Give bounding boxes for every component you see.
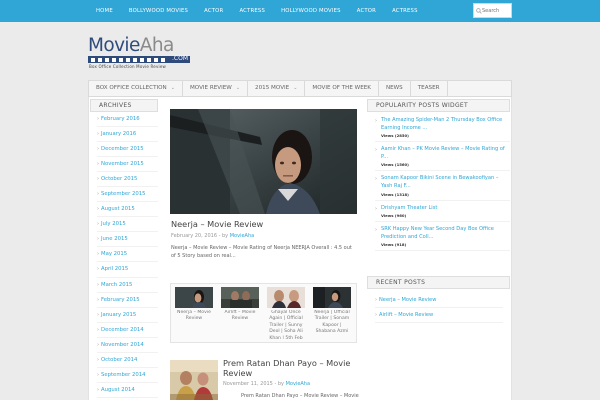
archive-link[interactable]: › October 2015 [97, 172, 158, 188]
top-nav-home[interactable]: Home [88, 0, 121, 22]
nav-movie-review[interactable]: Movie Review ⌄ [183, 81, 249, 96]
nav-movie-of-the-week[interactable]: Movie of the Week [305, 81, 379, 96]
archive-link[interactable]: › May 2015 [97, 247, 158, 263]
popular-post-link[interactable]: Aamir Khan – PK Movie Review – Movie Rat… [381, 146, 509, 161]
main-nav: Box Office Collection ⌄ Movie Review ⌄ 201… [88, 80, 512, 97]
popular-post-views: Views (2850) [381, 133, 409, 139]
post-author-link[interactable]: MovieAha [230, 233, 254, 239]
top-nav-actress[interactable]: Actress [231, 0, 273, 22]
popular-post-views: Views (1318) [381, 191, 409, 197]
related-post[interactable]: Neerja | Official Trailer | Sonam Kapoor… [312, 287, 352, 342]
related-post-caption[interactable]: Ghayal Once Again | Official Trailer | S… [266, 310, 306, 339]
archive-link[interactable]: › October 2014 [97, 353, 158, 368]
archive-link[interactable]: › July 2015 [97, 217, 158, 233]
archive-link[interactable]: › February 2015 [97, 293, 158, 308]
archive-link[interactable]: › September 2015 [97, 187, 158, 203]
related-post-caption[interactable]: Neerja – Movie Review [174, 310, 214, 339]
post-date: February 20, 2016 [171, 233, 218, 239]
site-logo[interactable]: MovieAha .COM Box Office Collection Movi… [88, 35, 190, 70]
top-nav-actress-2[interactable]: Actress [384, 0, 426, 22]
nav-2015-movie[interactable]: 2015 Movie ⌄ [248, 81, 306, 96]
archive-link[interactable]: › August 2014 [97, 383, 158, 398]
post-date: November 11, 2015 [223, 381, 273, 387]
related-post-thumbnail[interactable] [267, 287, 305, 308]
popular-post-views: Views (918) [381, 242, 407, 248]
archives-title: ARCHIVES [90, 99, 158, 112]
archive-link[interactable]: › April 2015 [97, 262, 158, 278]
archives-list: › February 2016 › January 2016 › December 2… [90, 112, 158, 398]
popular-post-item[interactable]: › SRK Happy New Year Second Day Box Offic… [375, 226, 510, 252]
recent-posts-widget: RECENT POSTS [367, 276, 510, 289]
logo-film-strip: .COM [88, 55, 190, 63]
recent-posts-title: RECENT POSTS [367, 276, 510, 289]
nav-news[interactable]: News [379, 81, 411, 96]
featured-post-meta: February 20, 2016 - by MovieAha [171, 233, 255, 239]
related-post[interactable]: Ghayal Once Again | Official Trailer | S… [266, 287, 306, 342]
archive-link[interactable]: › March 2015 [97, 278, 158, 293]
recent-post-link[interactable]: › Neerja – Movie Review [375, 293, 503, 308]
featured-post-title[interactable]: Neerja – Movie Review [171, 219, 263, 229]
nav-teaser[interactable]: Teaser [411, 81, 448, 96]
popular-post-item[interactable]: › Drishyam Theater List Views (960) [375, 205, 510, 223]
related-posts: Neerja – Movie Review Airlift – Movie Re… [170, 283, 357, 343]
post-title[interactable]: Prem Ratan Dhan Payo – Movie Review [223, 358, 358, 378]
popular-post-views: Views (1560) [381, 162, 409, 168]
related-post-thumbnail[interactable] [313, 287, 351, 308]
logo-tagline: Box Office Collection Movie Review [89, 64, 166, 69]
popular-post-item[interactable]: › The Amazing Spider-Man 2 Thursday Box O… [375, 117, 510, 143]
popular-post-link[interactable]: SRK Happy New Year Second Day Box Office… [381, 226, 509, 241]
archive-link[interactable]: › September 2014 [97, 368, 158, 383]
top-nav: Home Bollywood Movies Actor Actress Holl… [88, 0, 426, 22]
archives-widget: ARCHIVES › February 2016 › January 2016 › D… [90, 99, 158, 398]
popular-posts-widget: POPULARITY POSTS WIDGET › The Amazing Spi… [367, 99, 510, 255]
post-author-link[interactable]: MovieAha [286, 381, 310, 387]
post-meta: November 11, 2015 - by MovieAha [223, 381, 311, 387]
archive-link[interactable]: › January 2016 [97, 127, 158, 143]
popular-posts-title: POPULARITY POSTS WIDGET [367, 99, 510, 112]
archive-link[interactable]: › June 2015 [97, 232, 158, 248]
archive-link[interactable]: › November 2014 [97, 338, 158, 353]
archive-link[interactable]: › August 2015 [97, 202, 158, 218]
related-post-thumbnail[interactable] [175, 287, 213, 308]
chevron-down-icon: ⌄ [170, 85, 175, 91]
chevron-down-icon: ⌄ [293, 85, 298, 91]
popular-post-link[interactable]: Sonam Kapoor Bikini Scene in Bewakoofiya… [381, 175, 509, 190]
popular-post-link[interactable]: Drishyam Theater List [381, 205, 509, 213]
post-thumbnail[interactable] [170, 360, 218, 400]
featured-post-excerpt: Neerja – Movie Review – Movie Rating of … [171, 245, 352, 259]
popular-post-views: Views (960) [381, 213, 407, 219]
logo-word-aha: Aha [139, 35, 175, 56]
search-input[interactable] [482, 7, 510, 14]
archive-link[interactable]: › December 2014 [97, 323, 158, 338]
logo-word-movie: Movie [88, 35, 140, 56]
related-post[interactable]: Neerja – Movie Review [174, 287, 214, 342]
top-nav-actor[interactable]: Actor [196, 0, 231, 22]
related-post-thumbnail[interactable] [221, 287, 259, 308]
nav-box-office-collection[interactable]: Box Office Collection ⌄ [89, 81, 183, 96]
post-excerpt: Prem Ratan Dhan Payo – Movie Review – Mo… [241, 393, 359, 399]
archive-link[interactable]: › November 2015 [97, 157, 158, 173]
logo-com: .COM [172, 55, 188, 62]
top-nav-bollywood-movies[interactable]: Bollywood Movies [121, 0, 196, 22]
archive-link[interactable]: › February 2016 [97, 112, 158, 128]
archive-link[interactable]: › January 2015 [97, 308, 158, 323]
popular-post-link[interactable]: The Amazing Spider-Man 2 Thursday Box Of… [381, 117, 509, 132]
popular-post-item[interactable]: › Sonam Kapoor Bikini Scene in Bewakoofiy… [375, 175, 510, 201]
related-post[interactable]: Airlift – Movie Review [220, 287, 260, 342]
recent-post-link[interactable]: › Airlift – Movie Review [375, 308, 503, 323]
chevron-down-icon: ⌄ [235, 85, 241, 91]
related-post-caption[interactable]: Airlift – Movie Review [220, 310, 260, 339]
top-nav-actor-2[interactable]: Actor [349, 0, 384, 22]
related-post-caption[interactable]: Neerja | Official Trailer | Sonam Kapoor… [312, 310, 352, 339]
popular-posts-list: › The Amazing Spider-Man 2 Thursday Box O… [367, 112, 510, 252]
recent-posts-list: › Neerja – Movie Review › Airlift – Movie … [375, 293, 503, 323]
archive-link[interactable]: › December 2015 [97, 142, 158, 158]
top-nav-hollywood-movies[interactable]: Hollywood Movies [273, 0, 349, 22]
popular-post-item[interactable]: › Aamir Khan – PK Movie Review – Movie Ra… [375, 146, 510, 172]
search-box[interactable] [473, 3, 512, 18]
featured-post-image[interactable] [170, 109, 357, 214]
